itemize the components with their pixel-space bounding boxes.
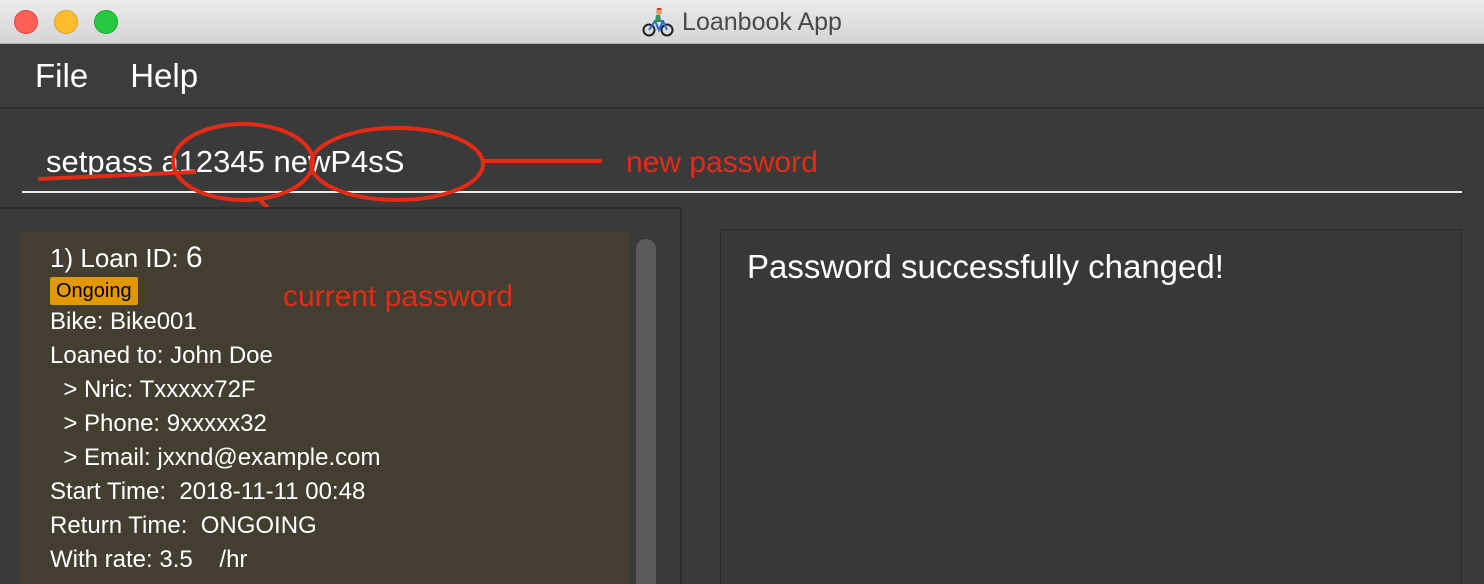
new-password-annotation: new password [626, 146, 818, 179]
loan-start-time: Start Time: 2018-11-11 00:48 [50, 478, 366, 505]
split-divider[interactable] [680, 207, 682, 584]
loan-nric: > Nric: Txxxxx72F [50, 376, 256, 403]
loan-card-header: 1) Loan ID: 6 [50, 241, 630, 274]
status-badge: Ongoing [50, 277, 138, 305]
loan-loaned-to: Loaned to: John Doe [50, 342, 273, 369]
annotation-underline [37, 170, 197, 181]
loan-rate: With rate: 3.5 /hr [50, 546, 248, 573]
list-scrollbar[interactable] [636, 239, 656, 584]
current-password-circle [171, 122, 315, 202]
loan-index: 1) [50, 243, 74, 273]
loan-phone: > Phone: 9xxxxx32 [50, 410, 267, 437]
result-message: Password successfully changed! [747, 248, 1224, 285]
loan-id-label: Loan ID: [80, 243, 179, 273]
loan-email: > Email: jxxnd@example.com [50, 444, 381, 471]
new-password-circle [309, 126, 485, 202]
app-window: Loanbook App File Help new password 1) L… [0, 0, 1484, 584]
result-display: Password successfully changed! [720, 229, 1462, 584]
current-password-annotation: current password [283, 280, 514, 313]
loan-list-panel: 1) Loan ID: 6 Ongoing Bike: Bike001 Loan… [0, 207, 682, 584]
loan-return-time: Return Time: ONGOING [50, 512, 317, 539]
loan-id: 6 [185, 241, 203, 274]
